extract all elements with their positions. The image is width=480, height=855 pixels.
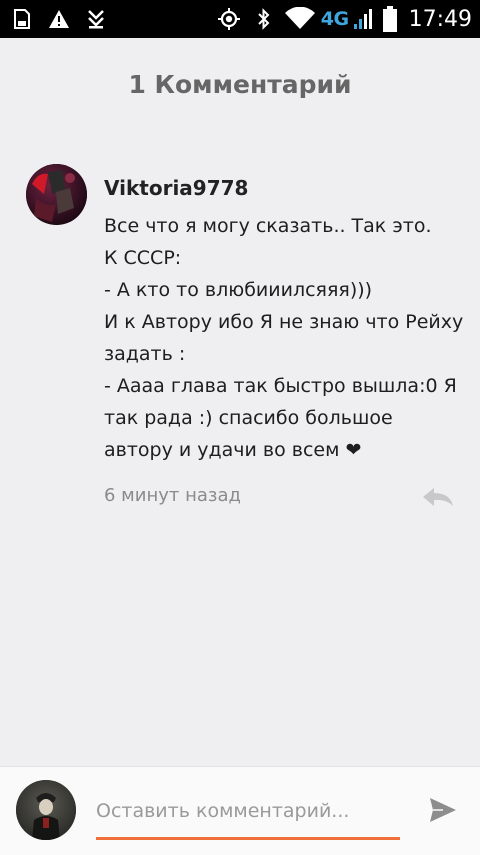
comment-composer [0, 766, 480, 855]
comment-line: К СССР: [104, 247, 182, 269]
send-button[interactable] [426, 793, 460, 827]
download-icon [88, 10, 104, 29]
comment-line: задать : [104, 343, 186, 365]
send-icon [430, 798, 456, 822]
comment-body: Viktoria9778 Все что я могу сказать.. Та… [104, 174, 464, 466]
status-bar-right: 4G 17:49 [217, 0, 472, 38]
comment-text: Все что я могу сказать.. Так это. К СССР… [104, 210, 464, 466]
user-avatar[interactable] [16, 780, 76, 840]
battery-icon [382, 6, 397, 32]
comment-line: автору и удачи во всем ❤ [104, 439, 362, 461]
signal-icon [353, 9, 372, 29]
comment-line: - Аааа глава так быстро вышла:0 Я [104, 375, 457, 397]
avatar-image [26, 164, 87, 225]
wifi-icon [284, 7, 315, 29]
comment-line: И к Автору ибо Я не знаю что Рейху [104, 311, 464, 333]
comment-footer: 6 минут назад [104, 482, 456, 512]
user-avatar-image [16, 780, 76, 840]
comment-line: - А кто то влюбииилсяяя))) [104, 279, 373, 301]
comment-input[interactable] [96, 791, 400, 831]
comment-timestamp: 6 минут назад [104, 485, 241, 506]
sd-card-icon [14, 9, 30, 29]
network-type-label: 4G [320, 8, 349, 30]
reply-button[interactable] [420, 484, 456, 510]
reply-icon [423, 488, 453, 506]
location-icon [217, 8, 240, 30]
status-time: 17:49 [408, 6, 472, 32]
comment-line: так рада :) спасибо большое [104, 407, 393, 429]
avatar[interactable] [26, 164, 87, 225]
status-bar: 4G 17:49 [0, 0, 480, 38]
comment-author[interactable]: Viktoria9778 [104, 174, 464, 206]
page-title: 1 Комментарий [128, 70, 352, 99]
bluetooth-icon [258, 8, 270, 30]
input-underline [96, 837, 400, 840]
status-bar-left [14, 0, 104, 38]
comment-line: Все что я могу сказать.. Так это. [104, 215, 432, 237]
warning-icon [49, 10, 69, 28]
